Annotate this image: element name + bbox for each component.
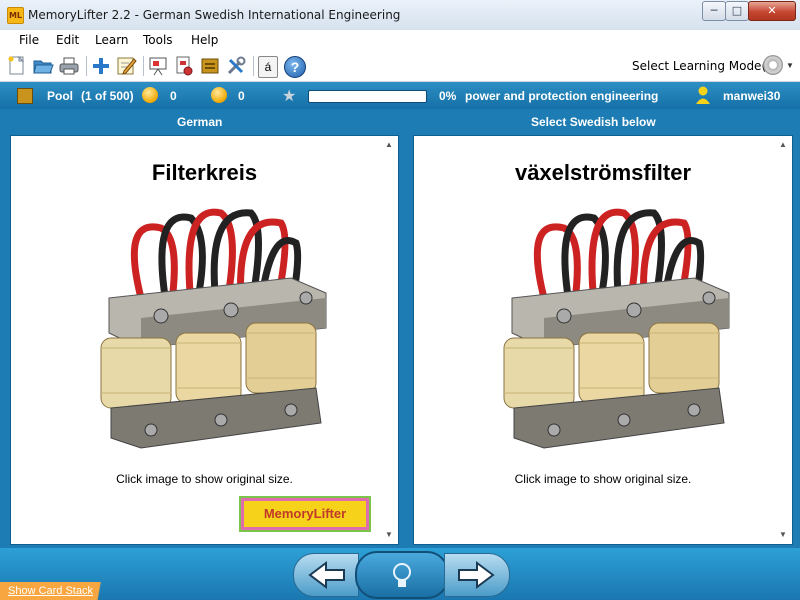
open-folder-icon[interactable]	[32, 55, 54, 77]
close-button[interactable]: ✕	[748, 1, 796, 21]
title-bar: ML MemoryLifter 2.2 - German Swedish Int…	[0, 0, 800, 31]
edit-icon[interactable]	[115, 55, 137, 77]
settings-gear-icon[interactable]	[763, 55, 783, 75]
transformer-image[interactable]	[484, 198, 744, 458]
correct-count: 0	[170, 89, 177, 103]
box-icon	[17, 88, 33, 104]
scroll-down-arrow[interactable]: ▼	[385, 530, 393, 539]
toolbar-separator	[253, 56, 254, 76]
answer-language-label: Select Swedish below	[531, 115, 656, 129]
progress-bar	[308, 90, 427, 103]
app-logo-icon: ML	[7, 7, 24, 24]
progress-label: 0%	[439, 89, 457, 103]
status-bar: Pool (1 of 500) 0 0 ★ 0% power and prote…	[0, 82, 800, 109]
image-hint: Click image to show original size.	[514, 472, 692, 486]
scroll-down-arrow[interactable]: ▼	[779, 530, 787, 539]
toolbar-separator	[143, 56, 144, 76]
window-title: MemoryLifter 2.2 - German Swedish Intern…	[28, 8, 401, 22]
arrow-left-icon	[308, 561, 345, 589]
toolbar: á ? Select Learning Mode(s)	[0, 51, 800, 82]
presentation-icon[interactable]	[147, 55, 169, 77]
answer-word: växelströmsfilter	[514, 160, 692, 185]
hint-button[interactable]	[355, 551, 449, 599]
menu-learn[interactable]: Learn	[95, 33, 129, 47]
memorylifter-logo: MemoryLifter	[241, 498, 369, 530]
menu-file[interactable]: File	[19, 33, 39, 47]
new-document-icon[interactable]	[6, 55, 28, 77]
menu-bar: File Edit Learn Tools Help	[0, 30, 800, 51]
tools-icon[interactable]	[225, 55, 247, 77]
scroll-up-arrow[interactable]: ▲	[779, 140, 787, 149]
minimize-button[interactable]: ─	[702, 1, 726, 21]
special-character-icon[interactable]: á	[258, 56, 278, 78]
pool-count: (1 of 500)	[81, 89, 134, 103]
chapter-name: power and protection engineering	[465, 89, 659, 103]
user-icon	[696, 86, 710, 104]
menu-help[interactable]: Help	[191, 33, 218, 47]
show-card-stack-link[interactable]: Show Card Stack	[0, 582, 122, 600]
box-icon[interactable]	[199, 55, 221, 77]
question-language-label: German	[177, 115, 223, 129]
print-cards-icon[interactable]	[173, 55, 195, 77]
previous-card-button[interactable]	[293, 553, 359, 597]
print-icon[interactable]	[58, 55, 80, 77]
help-icon[interactable]: ?	[284, 56, 306, 78]
sad-smiley-icon	[211, 87, 227, 103]
image-hint: Click image to show original size.	[116, 472, 293, 486]
toolbar-separator	[86, 56, 87, 76]
maximize-button[interactable]: □	[725, 1, 749, 21]
answer-panel: ▲ ▼ växelströmsfilter Click image to sho…	[413, 135, 793, 545]
question-panel: ▲ ▼ Filterkreis Click image to show orig…	[10, 135, 399, 545]
wrong-count: 0	[238, 89, 245, 103]
user-name: manwei30	[723, 89, 781, 103]
chevron-down-icon[interactable]: ▼	[786, 61, 794, 70]
next-card-button[interactable]	[444, 553, 510, 597]
arrow-right-icon	[458, 561, 495, 589]
happy-smiley-icon	[142, 87, 158, 103]
scroll-up-arrow[interactable]: ▲	[385, 140, 393, 149]
learning-mode-label[interactable]: Select Learning Mode(s)	[632, 59, 777, 73]
transformer-image[interactable]	[81, 198, 341, 458]
pool-label: Pool	[47, 89, 73, 103]
add-icon[interactable]	[90, 55, 112, 77]
menu-edit[interactable]: Edit	[56, 33, 79, 47]
star-icon: ★	[282, 88, 297, 105]
lightbulb-icon	[393, 563, 411, 587]
question-word: Filterkreis	[151, 160, 258, 185]
column-header-bar: German Select Swedish below	[0, 109, 800, 135]
menu-tools[interactable]: Tools	[143, 33, 173, 47]
